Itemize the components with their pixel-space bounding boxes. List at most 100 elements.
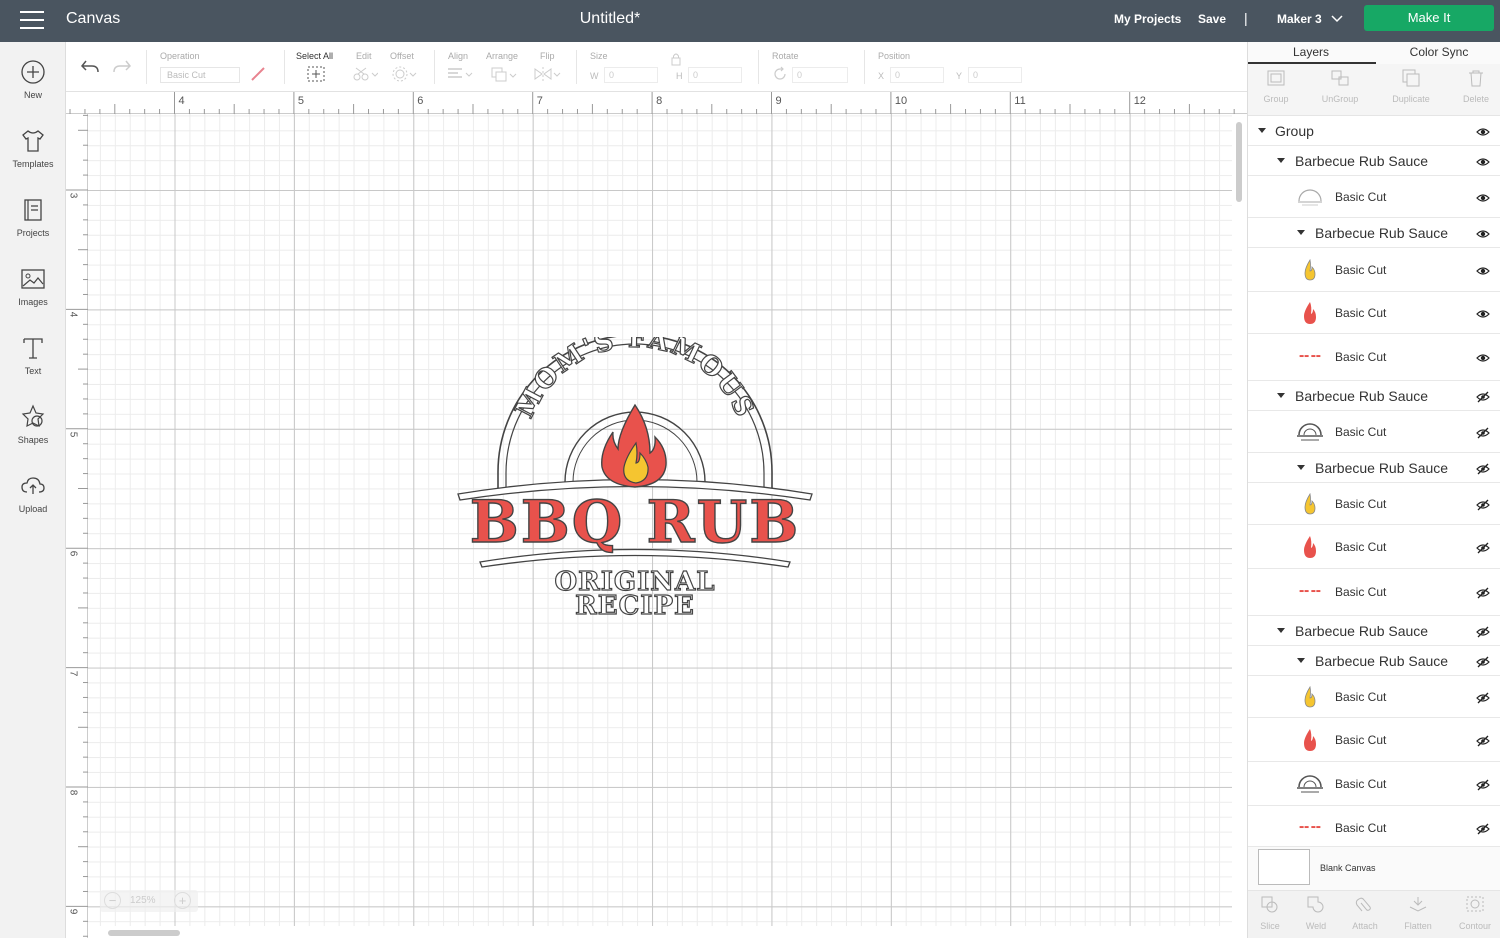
layer-group-row[interactable]: Barbecue Rub Sauce <box>1248 646 1500 676</box>
sidebar-item-text[interactable]: Text <box>0 334 66 394</box>
ungroup-button[interactable]: UnGroup <box>1310 68 1370 104</box>
height-label: H <box>676 71 683 81</box>
slice-button[interactable]: Slice <box>1245 895 1295 931</box>
expand-caret-icon[interactable] <box>1277 392 1285 398</box>
expand-caret-icon[interactable] <box>1297 657 1305 663</box>
slice-icon <box>1261 896 1278 913</box>
layer-name: Basic Cut <box>1335 539 1387 554</box>
sidebar-item-templates[interactable]: Templates <box>0 127 66 187</box>
width-input[interactable]: 0 <box>604 67 658 83</box>
layer-row[interactable]: Basic Cut <box>1248 176 1500 218</box>
layer-row[interactable]: ▬▬ ▬▬ Basic Cut <box>1248 569 1500 616</box>
eye-hidden-icon[interactable] <box>1476 390 1490 402</box>
eye-icon[interactable] <box>1476 307 1490 319</box>
layer-row[interactable]: Basic Cut <box>1248 411 1500 453</box>
weld-button[interactable]: Weld <box>1291 895 1341 931</box>
machine-selector[interactable]: Maker 3 <box>1277 12 1322 26</box>
layer-group-row[interactable]: Barbecue Rub Sauce <box>1248 146 1500 176</box>
cloud-upload-icon <box>21 477 45 494</box>
zoom-in-button[interactable]: + <box>174 892 191 909</box>
eye-hidden-icon[interactable] <box>1476 541 1490 553</box>
eye-hidden-icon[interactable] <box>1476 625 1490 637</box>
eye-hidden-icon[interactable] <box>1476 426 1490 438</box>
eye-icon[interactable] <box>1476 264 1490 276</box>
expand-caret-icon[interactable] <box>1258 127 1266 133</box>
redo-icon[interactable] <box>112 58 132 76</box>
layer-row[interactable]: ▬▬ ▬▬ Basic Cut <box>1248 806 1500 846</box>
layer-row[interactable]: Basic Cut <box>1248 676 1500 718</box>
lock-icon[interactable] <box>670 52 682 66</box>
layer-row[interactable]: Basic Cut <box>1248 292 1500 334</box>
chevron-down-icon[interactable] <box>1330 12 1344 26</box>
sidebar-item-shapes[interactable]: Shapes <box>0 403 66 463</box>
undo-icon[interactable] <box>80 58 100 76</box>
sub-text-recipe: RECIPE <box>575 591 695 621</box>
flip-icon[interactable] <box>532 66 562 82</box>
layer-group-row[interactable]: Barbecue Rub Sauce <box>1248 453 1500 483</box>
eye-hidden-icon[interactable] <box>1476 655 1490 667</box>
edit-scissors-icon[interactable] <box>352 66 378 82</box>
expand-caret-icon[interactable] <box>1297 464 1305 470</box>
layer-row[interactable]: Basic Cut <box>1248 762 1500 806</box>
eye-hidden-icon[interactable] <box>1476 734 1490 746</box>
eye-icon[interactable] <box>1476 227 1490 239</box>
eye-hidden-icon[interactable] <box>1476 498 1490 510</box>
eye-icon[interactable] <box>1476 191 1490 203</box>
zoom-out-button[interactable]: − <box>104 892 121 909</box>
pen-color-icon[interactable] <box>250 66 266 82</box>
group-button[interactable]: Group <box>1246 68 1306 104</box>
document-title[interactable]: Untitled* <box>540 10 680 28</box>
expand-caret-icon[interactable] <box>1277 627 1285 633</box>
align-icon[interactable] <box>446 66 474 82</box>
sidebar-item-new[interactable]: New <box>0 58 66 118</box>
blank-canvas-swatch[interactable] <box>1258 849 1310 885</box>
attach-button[interactable]: Attach <box>1340 895 1390 931</box>
x-input[interactable]: 0 <box>890 67 944 83</box>
layer-group-row[interactable]: Barbecue Rub Sauce <box>1248 616 1500 646</box>
contour-button[interactable]: Contour <box>1450 895 1500 931</box>
tab-color-sync[interactable]: Color Sync <box>1376 45 1500 59</box>
make-it-button[interactable]: Make It <box>1364 5 1494 31</box>
tab-layers[interactable]: Layers <box>1248 45 1374 59</box>
sidebar-item-projects[interactable]: Projects <box>0 196 66 256</box>
my-projects-link[interactable]: My Projects <box>1114 12 1181 26</box>
sidebar-item-images[interactable]: Images <box>0 265 66 325</box>
layer-thumbnail <box>1296 685 1324 709</box>
y-input[interactable]: 0 <box>968 67 1022 83</box>
eye-icon[interactable] <box>1476 351 1490 363</box>
flatten-button[interactable]: Flatten <box>1393 895 1443 931</box>
eye-icon[interactable] <box>1476 125 1490 137</box>
bottom-actions: Slice Weld Attach Flatten Contour <box>1248 890 1500 938</box>
horizontal-scrollbar[interactable] <box>108 930 180 936</box>
expand-caret-icon[interactable] <box>1277 157 1285 163</box>
arrange-icon[interactable] <box>490 66 518 84</box>
bbq-rub-design[interactable]: MOM'S FAMOUS BBQ RUB ORIGINAL RECIPE <box>450 337 820 627</box>
operation-select[interactable]: Basic Cut <box>160 67 240 83</box>
sidebar-item-upload[interactable]: Upload <box>0 472 66 532</box>
duplicate-button[interactable]: Duplicate <box>1381 68 1441 104</box>
design-canvas[interactable]: 4 5 6 7 8 9 10 11 12 3456789 MOM'S FAMOUS BBQ RU… <box>66 92 1247 938</box>
layer-group-row[interactable]: Barbecue Rub Sauce <box>1248 218 1500 248</box>
eye-icon[interactable] <box>1476 155 1490 167</box>
eye-hidden-icon[interactable] <box>1476 462 1490 474</box>
eye-hidden-icon[interactable] <box>1476 586 1490 599</box>
rotate-input[interactable]: 0 <box>792 67 848 83</box>
layer-row[interactable]: ▬▬ ▬▬ Basic Cut <box>1248 334 1500 381</box>
layer-group-row[interactable]: Group <box>1248 116 1500 146</box>
eye-hidden-icon[interactable] <box>1476 822 1490 834</box>
layer-row[interactable]: Basic Cut <box>1248 718 1500 762</box>
vertical-scrollbar[interactable] <box>1236 122 1242 202</box>
expand-caret-icon[interactable] <box>1297 229 1305 235</box>
eye-hidden-icon[interactable] <box>1476 691 1490 703</box>
select-all-icon[interactable] <box>306 65 326 83</box>
layer-row[interactable]: Basic Cut <box>1248 483 1500 525</box>
delete-button[interactable]: Delete <box>1446 68 1500 104</box>
save-button[interactable]: Save <box>1198 12 1226 26</box>
layer-row[interactable]: Basic Cut <box>1248 248 1500 292</box>
offset-icon[interactable] <box>392 66 418 82</box>
menu-icon[interactable] <box>20 11 44 31</box>
eye-hidden-icon[interactable] <box>1476 778 1490 790</box>
layer-group-row[interactable]: Barbecue Rub Sauce <box>1248 381 1500 411</box>
height-input[interactable]: 0 <box>688 67 742 83</box>
layer-row[interactable]: Basic Cut <box>1248 525 1500 569</box>
